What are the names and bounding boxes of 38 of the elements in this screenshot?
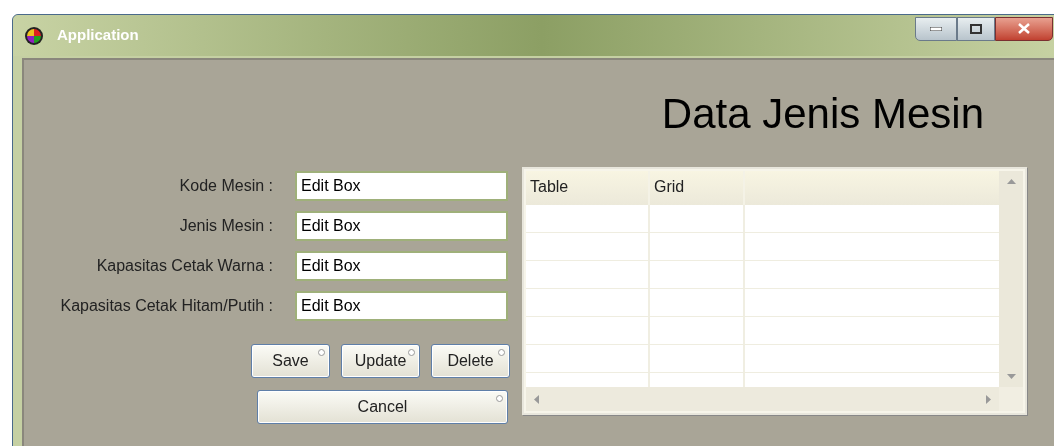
table-row[interactable] [526,317,999,345]
maximize-button[interactable] [957,16,995,41]
text-field[interactable]: Edit Box [295,171,508,201]
field-label: Kapasitas Cetak Warna : [95,256,273,276]
scroll-up-icon [1006,179,1016,184]
close-button[interactable] [995,16,1053,41]
restore-icon [970,23,982,34]
page-heading: Data Jenis Mesin [661,89,984,139]
scrollbar-corner [999,387,1023,411]
field-label: Jenis Mesin : [178,216,273,236]
cancel-button[interactable]: Cancel [257,390,508,424]
field-label: Kode Mesin : [178,176,273,196]
action-button[interactable]: Update [341,344,420,378]
close-icon [1018,23,1030,34]
text-field[interactable]: Edit Box [295,211,508,241]
scroll-down-icon [1006,374,1016,379]
app-logo-icon [24,25,44,46]
indicator-icon [496,395,503,402]
scroll-right-icon [986,394,991,404]
text-field[interactable]: Edit Box [295,251,508,281]
indicator-icon [318,349,325,356]
horizontal-scrollbar[interactable] [526,387,999,411]
minimize-icon [930,26,942,31]
field-label: Kapasitas Cetak Hitam/Putih : [59,296,273,316]
window-title: Application [57,25,139,46]
indicator-icon [408,349,415,356]
scroll-left-icon [534,394,539,404]
table-row[interactable] [526,205,999,233]
action-button[interactable]: Delete [431,344,510,378]
vertical-scrollbar[interactable] [999,171,1023,387]
table-row[interactable] [526,261,999,289]
table-row[interactable] [526,233,999,261]
table-row[interactable] [526,345,999,373]
table-row[interactable] [526,289,999,317]
text-field[interactable]: Edit Box [295,291,508,321]
action-button[interactable]: Save [251,344,330,378]
minimize-button[interactable] [915,16,957,41]
indicator-icon [498,349,505,356]
